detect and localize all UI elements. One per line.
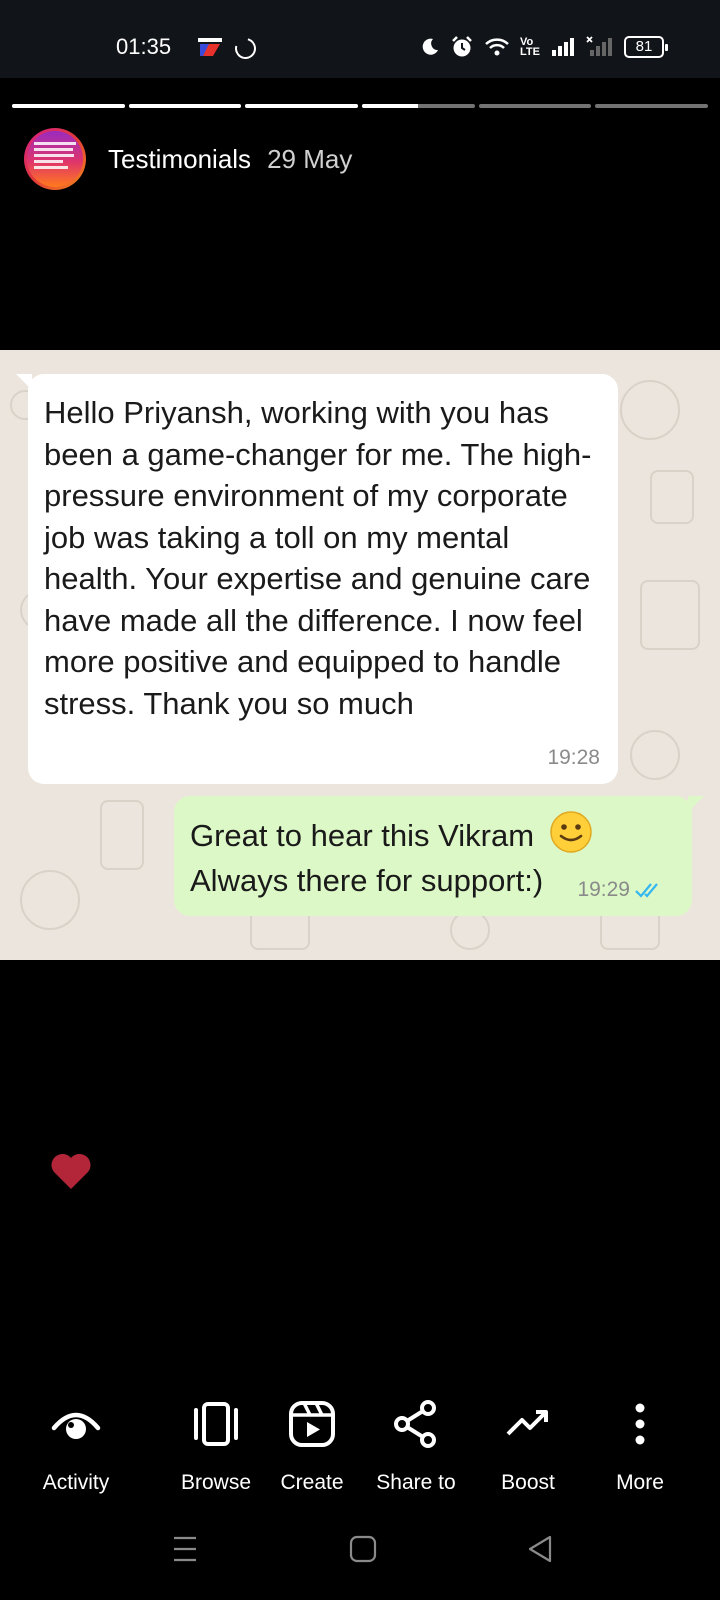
story-account-name[interactable]: Testimonials — [108, 144, 251, 175]
moon-icon — [422, 38, 439, 55]
story-actions: Activity Browse Create Share to Boost Mo… — [0, 1393, 720, 1503]
battery-indicator: 81 — [624, 36, 668, 58]
outgoing-message-time: 19:29 — [577, 878, 630, 901]
status-time: 01:35 — [116, 34, 172, 59]
progress-segment — [595, 104, 709, 108]
activity-label: Activity — [42, 1471, 110, 1494]
system-navigation-bar — [0, 1500, 720, 1600]
alarm-icon — [452, 36, 472, 57]
browse-icon — [194, 1402, 238, 1446]
boost-button[interactable]: Boost — [468, 1393, 588, 1503]
more-icon — [635, 1403, 645, 1445]
loading-icon — [231, 34, 260, 63]
more-button[interactable]: More — [580, 1393, 700, 1503]
create-button[interactable]: Create — [252, 1393, 372, 1503]
reel-icon — [289, 1401, 335, 1447]
progress-segment — [478, 104, 592, 108]
heart-icon[interactable] — [50, 1152, 92, 1190]
story-progress — [12, 104, 709, 108]
outgoing-message-line1: Great to hear this Vikram — [190, 818, 535, 853]
share-to-button[interactable]: Share to — [356, 1393, 476, 1503]
share-icon — [394, 1400, 436, 1448]
status-icons: Vo LTE 81 — [420, 34, 668, 60]
incoming-message-text: Hello Priyansh, working with you has bee… — [44, 395, 592, 721]
incoming-message-time: 19:28 — [547, 746, 600, 769]
progress-segment — [12, 104, 125, 108]
outgoing-message-bubble: Great to hear this Vikram Always there f… — [174, 796, 704, 916]
sony-liv-icon — [198, 38, 222, 56]
story-date: 29 May — [267, 143, 353, 174]
progress-segment — [362, 104, 475, 108]
signal-no-service-icon — [586, 36, 612, 56]
home-icon[interactable] — [346, 1532, 380, 1566]
story-header: Testimonials 29 May — [24, 128, 352, 190]
create-label: Create — [280, 1471, 344, 1494]
signal-icon — [552, 38, 574, 56]
volte-bottom: LTE — [520, 46, 540, 58]
wifi-icon — [485, 38, 509, 56]
read-receipt-icon — [635, 883, 658, 898]
incoming-message-bubble: Hello Priyansh, working with you has bee… — [16, 374, 618, 784]
progress-segment — [128, 104, 242, 108]
smiley-emoji-icon — [549, 811, 592, 853]
activity-button[interactable]: Activity — [16, 1393, 136, 1503]
status-bar: 01:35 Vo LTE 81 — [0, 0, 720, 78]
volte-indicator: Vo LTE — [520, 37, 540, 58]
boost-label: Boost — [501, 1471, 555, 1494]
trend-icon — [506, 1410, 548, 1436]
outgoing-message-line2: Always there for support:) — [190, 863, 544, 898]
more-label: More — [616, 1471, 664, 1494]
back-icon[interactable] — [524, 1532, 558, 1566]
recent-apps-icon[interactable] — [168, 1532, 202, 1566]
share-to-label: Share to — [376, 1471, 456, 1494]
highlight-avatar[interactable] — [24, 128, 86, 190]
progress-segment — [245, 104, 359, 108]
eye-icon — [51, 1412, 101, 1439]
